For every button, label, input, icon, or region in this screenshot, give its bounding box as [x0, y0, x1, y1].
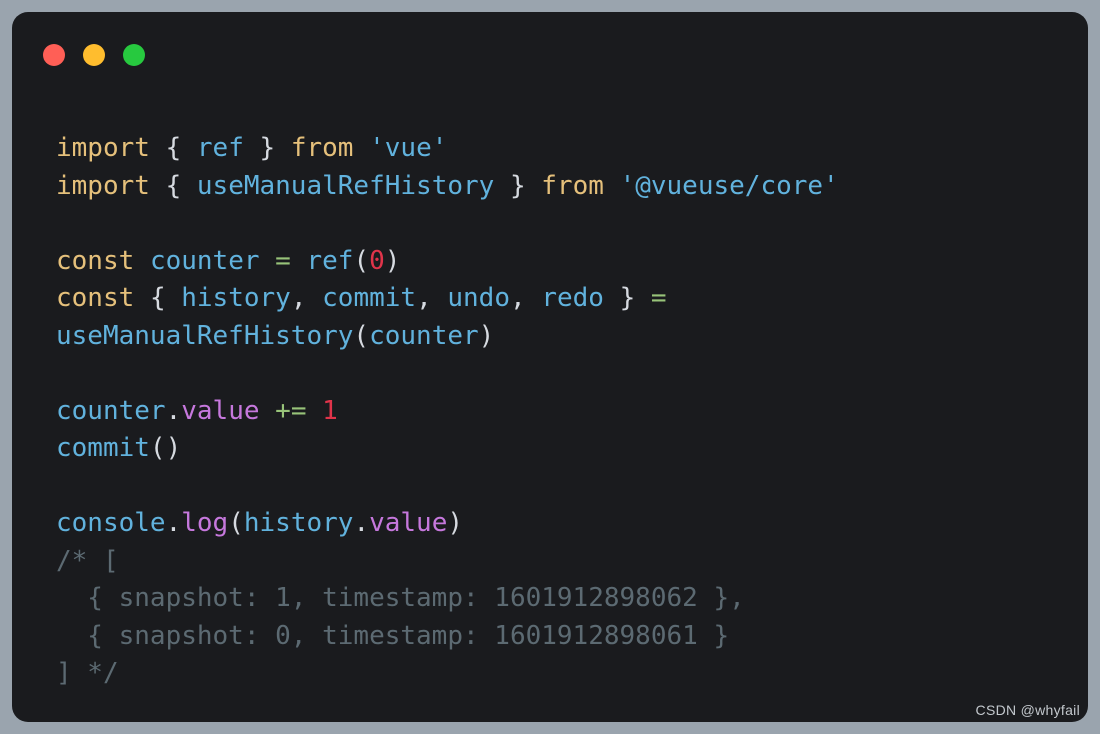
- code-token-punc: ,: [290, 283, 307, 313]
- window-titlebar: [12, 12, 1088, 98]
- code-snippet-window: import { ref } from 'vue' import { useMan…: [12, 12, 1088, 722]
- code-line: const counter = ref(0): [56, 243, 1076, 281]
- code-token-num: 0: [369, 245, 385, 276]
- code-token-id: console: [56, 508, 166, 538]
- code-token-prop: value: [369, 508, 448, 538]
- code-line: const { history, commit, undo, redo } =: [56, 280, 1076, 318]
- code-token-punc: ): [478, 320, 495, 351]
- code-token-punc: [432, 283, 448, 313]
- code-token-punc: [150, 133, 166, 163]
- code-token-kw: const: [56, 245, 135, 276]
- code-token-id: counter: [56, 395, 166, 426]
- code-token-comment: ] */: [56, 658, 119, 688]
- code-line: ] */: [56, 655, 1076, 693]
- code-token-punc: ): [447, 508, 464, 538]
- code-token-punc: [526, 171, 542, 201]
- code-token-punc: ,: [416, 283, 432, 313]
- code-token-id: undo: [447, 283, 510, 313]
- code-token-kw: from: [290, 133, 354, 163]
- code-token-punc: [604, 171, 620, 201]
- code-token-punc: [260, 396, 276, 426]
- code-token-punc: [134, 246, 150, 276]
- code-token-punc: [604, 283, 620, 313]
- code-token-prop: value: [181, 395, 260, 426]
- code-token-punc: [494, 171, 510, 201]
- code-token-comment: { snapshot: 0, timestamp: 1601912898061 …: [56, 620, 730, 651]
- code-token-punc: {: [165, 170, 182, 201]
- code-token-punc: .: [165, 508, 182, 538]
- code-token-punc: [150, 171, 166, 201]
- minimize-button-icon[interactable]: [83, 44, 105, 66]
- code-token-id: counter: [149, 245, 260, 276]
- code-token-punc: [181, 171, 197, 201]
- code-token-punc: [181, 133, 197, 163]
- code-line: commit(): [56, 430, 1076, 468]
- code-token-id: ref: [196, 133, 244, 163]
- maximize-button-icon[interactable]: [123, 44, 145, 66]
- code-token-punc: (: [353, 245, 370, 276]
- code-token-punc: [134, 283, 150, 313]
- code-token-id: commit: [56, 433, 150, 463]
- code-token-kw: import: [56, 133, 150, 163]
- code-token-punc: [244, 133, 260, 163]
- code-token-op: =: [650, 283, 667, 313]
- code-line: import { useManualRefHistory } from '@vu…: [56, 168, 1076, 206]
- code-token-id: counter: [369, 320, 479, 351]
- code-token-punc: [166, 283, 182, 313]
- code-token-prop: log: [181, 508, 229, 538]
- code-token-kw: const: [56, 283, 135, 313]
- code-token-id: history: [181, 283, 291, 313]
- code-token-punc: [306, 283, 322, 313]
- code-token-id: ref: [306, 245, 354, 276]
- code-token-comment: /* [: [56, 545, 119, 576]
- code-token-id: commit: [322, 283, 417, 313]
- code-token-op: +=: [275, 395, 307, 426]
- code-token-comment: { snapshot: 1, timestamp: 1601912898062 …: [56, 583, 745, 613]
- code-token-punc: [291, 246, 307, 276]
- close-button-icon[interactable]: [43, 44, 65, 66]
- code-line: { snapshot: 1, timestamp: 1601912898062 …: [56, 580, 1076, 618]
- code-token-punc: }: [259, 133, 276, 163]
- code-token-punc: (: [228, 508, 244, 538]
- code-token-punc: [275, 133, 291, 163]
- code-line: counter.value += 1: [56, 393, 1076, 431]
- code-token-punc: [306, 396, 322, 426]
- code-token-kw: from: [541, 170, 604, 201]
- code-line: import { ref } from 'vue': [56, 130, 1076, 168]
- code-line: useManualRefHistory(counter): [56, 318, 1076, 356]
- code-token-punc: }: [619, 283, 636, 313]
- code-token-punc: {: [149, 283, 166, 313]
- code-token-op: =: [275, 245, 291, 276]
- code-token-punc: ,: [510, 283, 526, 313]
- code-line: /* [: [56, 543, 1076, 581]
- code-block: import { ref } from 'vue' import { useMan…: [56, 130, 1076, 693]
- code-token-punc: ): [384, 245, 401, 276]
- watermark-label: CSDN @whyfail: [975, 702, 1080, 718]
- code-token-punc: (: [353, 320, 370, 351]
- code-token-punc: {: [165, 133, 182, 163]
- code-token-punc: [635, 283, 651, 313]
- code-token-str: '@vueuse/core': [619, 170, 839, 201]
- code-token-punc: [526, 283, 542, 313]
- code-token-kw: import: [56, 170, 150, 201]
- code-token-punc: }: [509, 170, 526, 201]
- code-token-num: 1: [322, 395, 338, 426]
- code-token-id: useManualRefHistory: [196, 170, 495, 201]
- code-token-punc: [353, 133, 369, 163]
- code-line: console.log(history.value): [56, 505, 1076, 543]
- code-token-punc: (): [149, 433, 182, 463]
- code-token-id: history: [243, 508, 354, 538]
- code-token-str: 'vue': [369, 133, 448, 163]
- code-token-punc: .: [353, 508, 370, 538]
- code-line: { snapshot: 0, timestamp: 1601912898061 …: [56, 618, 1076, 656]
- code-token-id: useManualRefHistory: [56, 320, 354, 351]
- code-token-id: redo: [541, 283, 604, 313]
- code-token-punc: [260, 246, 276, 276]
- code-token-punc: .: [165, 395, 182, 426]
